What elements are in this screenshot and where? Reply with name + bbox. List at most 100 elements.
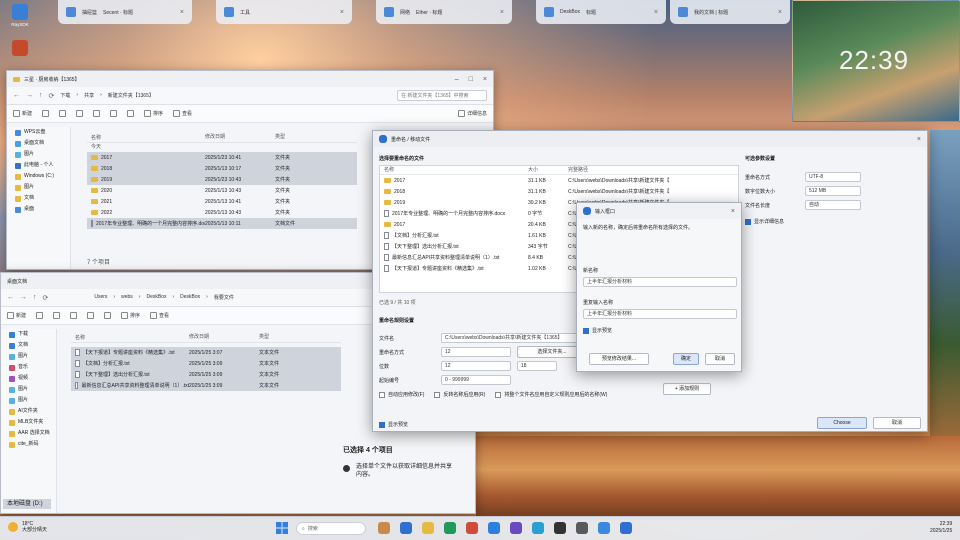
taskbar-search[interactable]: ⌕ 搜索 <box>296 522 366 535</box>
desktop-icon-app[interactable] <box>6 40 34 58</box>
taskbar-app-icon[interactable] <box>466 522 478 534</box>
taskbar-app-icon[interactable] <box>554 522 566 534</box>
share-button[interactable] <box>110 110 118 117</box>
start-button[interactable] <box>276 522 288 534</box>
file-row[interactable]: 2017年专业整理、明确的一个月完整内容排序.docx 2025/1/13 10:… <box>87 218 357 229</box>
copy-button[interactable] <box>53 312 61 319</box>
delete-button[interactable] <box>104 312 112 319</box>
forward-icon[interactable]: → <box>20 294 27 301</box>
taskbar-app-icon[interactable] <box>576 522 588 534</box>
taskbar-app-icon[interactable] <box>532 522 544 534</box>
close-icon[interactable]: × <box>500 9 504 16</box>
column-header[interactable]: 完整路径 <box>568 166 738 174</box>
nav-item[interactable]: cite_新码 <box>1 439 56 450</box>
nav-item[interactable]: 视频 <box>1 373 56 384</box>
preview-checkbox[interactable]: 显示预览 <box>379 421 408 428</box>
share-button[interactable] <box>87 312 95 319</box>
breadcrumb-item[interactable]: 下载 <box>60 92 70 99</box>
rename-button[interactable] <box>93 110 101 117</box>
cut-button[interactable] <box>36 312 44 319</box>
taskbar-app-icon[interactable] <box>422 522 434 534</box>
file-row[interactable]: 2017 31.1 KB C:\Users\webs\Downloads\共享\新建… <box>380 175 738 186</box>
breadcrumb[interactable]: Users › webs › DeskBox › DeskBox › 我要文件 <box>94 294 233 301</box>
maximize-button[interactable]: □ <box>469 76 473 83</box>
view-button[interactable]: 查看 <box>173 110 192 117</box>
nav-item[interactable]: 图片 <box>7 182 70 193</box>
add-rule-button[interactable]: + 添加规则 <box>663 383 711 395</box>
file-row[interactable]: 2018 31.1 KB C:\Users\webs\Downloads\共享\新建… <box>380 186 738 197</box>
breadcrumb-item[interactable]: DeskBox <box>146 294 166 301</box>
nav-item[interactable]: 此电脑 - 个人 <box>7 160 70 171</box>
close-button[interactable]: × <box>917 136 921 143</box>
nav-item[interactable]: WPS云盘 <box>7 127 70 138</box>
nav-item[interactable]: 桌面文档 <box>7 138 70 149</box>
preview-checkbox[interactable]: 显示预览 <box>583 327 612 334</box>
new-button[interactable]: 新建 <box>7 312 26 319</box>
column-header[interactable]: 类型 <box>275 133 321 142</box>
file-row[interactable]: 【天下整理】选出分析汇报.txt 2025/1/25 3:09 文本文件 <box>71 369 341 380</box>
close-button[interactable]: × <box>483 76 487 83</box>
nav-item[interactable]: 音乐 <box>1 362 56 373</box>
cancel-button[interactable]: 取消 <box>873 417 921 429</box>
ok-button[interactable]: 确定 <box>673 353 699 365</box>
choose-button[interactable]: Choose <box>817 417 867 429</box>
count-stepper[interactable]: 18 <box>517 361 557 371</box>
column-header[interactable]: 修改日期 <box>205 133 275 142</box>
nav-item[interactable]: 图片 <box>1 351 56 362</box>
nav-item[interactable]: 图片 <box>1 395 56 406</box>
nav-item[interactable]: 图片 <box>7 149 70 160</box>
digits-field[interactable]: 12 <box>441 361 511 371</box>
nav-item[interactable]: AI文件夹 <box>1 406 56 417</box>
file-row[interactable]: 2022 2025/1/13 10:43 文件夹 <box>87 207 357 218</box>
minimize-button[interactable]: – <box>455 76 459 83</box>
length-select[interactable]: 自动 <box>805 200 861 210</box>
cut-button[interactable] <box>42 110 50 117</box>
breadcrumb-item[interactable]: Users <box>94 294 107 301</box>
file-row[interactable]: 2018 2025/1/13 10:17 文件夹 <box>87 163 357 174</box>
close-button[interactable]: × <box>731 208 735 215</box>
close-icon[interactable]: × <box>180 9 184 16</box>
nav-item[interactable]: 下载 <box>1 329 56 340</box>
desktop-icon-raysdk[interactable]: RaySDK <box>6 4 34 27</box>
breadcrumb-item[interactable]: 我要文件 <box>214 294 234 301</box>
task-tile-1[interactable]: 抽屉篮 Secent · 标题 × <box>58 0 192 24</box>
nav-item[interactable]: AAR 选择文档 <box>1 428 56 439</box>
encoding-select[interactable]: UTF-8 <box>805 172 861 182</box>
details-button[interactable]: 详细信息 <box>457 110 487 117</box>
system-clock[interactable]: 22:39 2025/1/25 <box>930 521 952 535</box>
column-header[interactable]: 名称 <box>87 133 205 142</box>
column-header[interactable]: 类型 <box>259 333 305 342</box>
close-icon[interactable]: × <box>778 9 782 16</box>
breadcrumb-item[interactable]: DeskBox <box>180 294 200 301</box>
weather-widget[interactable]: 18°C 大部分晴天 <box>8 521 47 533</box>
file-row[interactable]: 2017 2025/1/23 10:41 文件夹 <box>87 152 357 163</box>
taskbar-app-icon[interactable] <box>510 522 522 534</box>
delete-button[interactable] <box>127 110 135 117</box>
taskbar-app-icon[interactable] <box>378 522 390 534</box>
file-row[interactable]: 【文档】分析汇报.txt 2025/1/25 3:09 文本文件 <box>71 358 341 369</box>
back-icon[interactable]: ← <box>13 92 20 99</box>
column-header[interactable]: 名称 <box>380 166 528 174</box>
close-icon[interactable]: × <box>654 9 658 16</box>
breadcrumb-item[interactable]: webs <box>121 294 133 301</box>
nav-item[interactable]: 文档 <box>7 193 70 204</box>
refresh-icon[interactable]: ⟳ <box>43 294 49 302</box>
breadcrumb-item[interactable]: 共享 <box>84 92 94 99</box>
close-icon[interactable]: × <box>340 9 344 16</box>
view-button[interactable]: 查看 <box>150 312 169 319</box>
option-checkbox[interactable]: 将整个文件名应用自定义规则应用后的名称(W) <box>495 391 607 398</box>
nav-item[interactable]: 文档 <box>1 340 56 351</box>
up-icon[interactable]: ↑ <box>39 92 43 99</box>
column-header[interactable]: 大小 <box>528 166 568 174</box>
nav-item[interactable]: MLB文件夹 <box>1 417 56 428</box>
file-row[interactable]: 2019 2025/1/23 10:43 文件夹 <box>87 174 357 185</box>
nav-item[interactable]: 图片 <box>1 384 56 395</box>
forward-icon[interactable]: → <box>26 92 33 99</box>
taskbar-app-icon[interactable] <box>598 522 610 534</box>
up-icon[interactable]: ↑ <box>33 294 37 301</box>
mode-select[interactable]: 12 <box>441 347 511 357</box>
search-input[interactable]: 在 新建文件夹【1365】中搜索 <box>397 90 487 101</box>
sort-button[interactable]: 排序 <box>144 110 163 117</box>
file-row[interactable]: 最新信息汇总API共享资料整理清单说明（1）.txt 2025/1/25 3:09… <box>71 380 341 391</box>
copy-button[interactable] <box>59 110 67 117</box>
